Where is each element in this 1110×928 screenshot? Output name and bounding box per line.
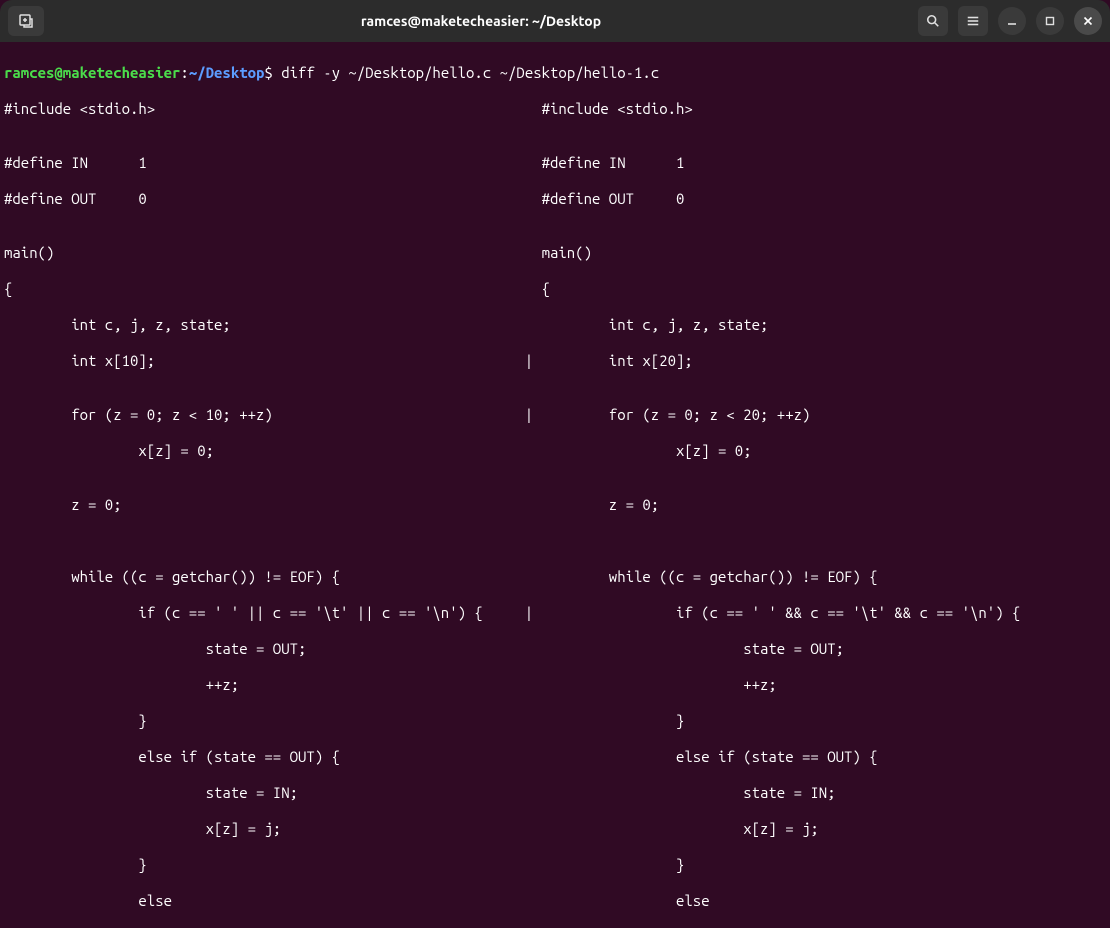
search-button[interactable] (918, 6, 948, 36)
new-tab-icon (18, 13, 34, 29)
prompt-userhost: ramces@maketecheasier (4, 64, 180, 81)
output-line: x[z] = 0; x[z] = 0; (4, 442, 1110, 460)
titlebar-left (8, 6, 44, 36)
titlebar: ramces@maketecheasier: ~/Desktop (0, 0, 1110, 42)
output-line: while ((c = getchar()) != EOF) { while (… (4, 568, 1110, 586)
command-text: diff -y ~/Desktop/hello.c ~/Desktop/hell… (273, 64, 659, 81)
output-line: #define IN 1 #define IN 1 (4, 154, 1110, 172)
search-icon (926, 14, 940, 28)
output-line: #include <stdio.h> #include <stdio.h> (4, 100, 1110, 118)
output-line: else else (4, 892, 1110, 910)
minimize-button[interactable] (998, 7, 1026, 35)
output-line: int c, j, z, state; int c, j, z, state; (4, 316, 1110, 334)
maximize-button[interactable] (1036, 7, 1064, 35)
prompt-line: ramces@maketecheasier:~/Desktop$ diff -y… (4, 64, 1110, 82)
close-button[interactable] (1074, 7, 1102, 35)
minimize-icon (1007, 16, 1017, 26)
output-line: } } (4, 712, 1110, 730)
prompt-dollar: $ (264, 64, 272, 81)
menu-button[interactable] (958, 6, 988, 36)
close-icon (1083, 16, 1093, 26)
output-line: { { (4, 280, 1110, 298)
output-line: for (z = 0; z < 10; ++z) | for (z = 0; z… (4, 406, 1110, 424)
titlebar-right (918, 6, 1102, 36)
output-line: int x[10]; | int x[20]; (4, 352, 1110, 370)
output-line: main() main() (4, 244, 1110, 262)
output-line: else if (state == OUT) { else if (state … (4, 748, 1110, 766)
output-line: } } (4, 856, 1110, 874)
maximize-icon (1045, 16, 1055, 26)
output-line: x[z] = j; x[z] = j; (4, 820, 1110, 838)
output-line: state = IN; state = IN; (4, 784, 1110, 802)
terminal-body[interactable]: ramces@maketecheasier:~/Desktop$ diff -y… (0, 42, 1110, 928)
output-line: if (c == ' ' || c == '\t' || c == '\n') … (4, 604, 1110, 622)
output-line: ++z; ++z; (4, 676, 1110, 694)
output-line: state = OUT; state = OUT; (4, 640, 1110, 658)
new-tab-button[interactable] (8, 6, 44, 36)
window-title: ramces@maketecheasier: ~/Desktop (44, 13, 918, 29)
hamburger-icon (966, 14, 980, 28)
output-line: #define OUT 0 #define OUT 0 (4, 190, 1110, 208)
prompt-path: ~/Desktop (189, 64, 265, 81)
output-line: z = 0; z = 0; (4, 496, 1110, 514)
prompt-colon: : (180, 64, 188, 81)
